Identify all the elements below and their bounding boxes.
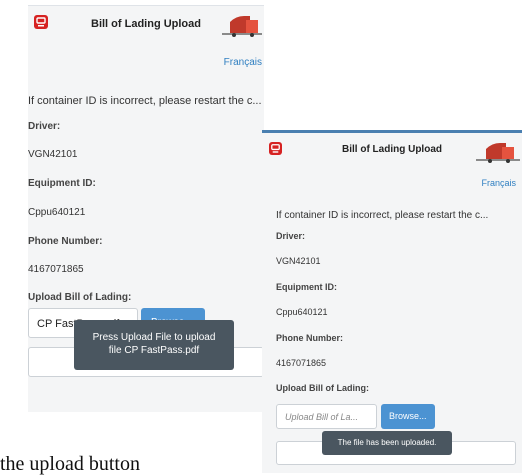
truck-icon [220, 10, 264, 38]
driver-label: Driver: [28, 121, 61, 132]
equipment-label: Equipment ID: [28, 178, 96, 189]
equipment-value: Cppu640121 [28, 207, 86, 218]
browse-button[interactable]: Browse... [381, 404, 435, 429]
language-link[interactable]: Français [481, 178, 516, 188]
equipment-label: Equipment ID: [276, 282, 337, 292]
file-input[interactable]: Upload Bill of La... [276, 404, 377, 429]
container-notice: If container ID is incorrect, please res… [276, 210, 489, 221]
truck-icon [474, 138, 522, 164]
screenshot-before-upload: Bill of Lading Upload Français If contai… [28, 5, 264, 412]
phone-value: 4167071865 [276, 358, 327, 368]
screenshot-after-upload: Bill of Lading Upload Français If contai… [262, 130, 522, 473]
upload-label: Upload Bill of Lading: [28, 292, 132, 303]
driver-value: VGN42101 [28, 149, 78, 160]
app-header: Bill of Lading Upload [262, 130, 522, 165]
toast-line: Press Upload File to upload [92, 332, 216, 343]
language-link[interactable]: Français [224, 57, 262, 68]
toast-message: Press Upload File to upload file CP Fast… [74, 320, 234, 370]
container-notice: If container ID is incorrect, please res… [28, 95, 262, 107]
phone-value: 4167071865 [28, 264, 84, 275]
app-header: Bill of Lading Upload [28, 5, 264, 40]
driver-value: VGN42101 [276, 256, 321, 266]
phone-label: Phone Number: [28, 236, 103, 247]
equipment-value: Cppu640121 [276, 307, 328, 317]
toast-message: The file has been uploaded. [322, 431, 452, 455]
driver-label: Driver: [276, 231, 306, 241]
toast-line: file CP FastPass.pdf [108, 345, 200, 356]
upload-label: Upload Bill of Lading: [276, 383, 369, 393]
phone-label: Phone Number: [276, 333, 344, 343]
